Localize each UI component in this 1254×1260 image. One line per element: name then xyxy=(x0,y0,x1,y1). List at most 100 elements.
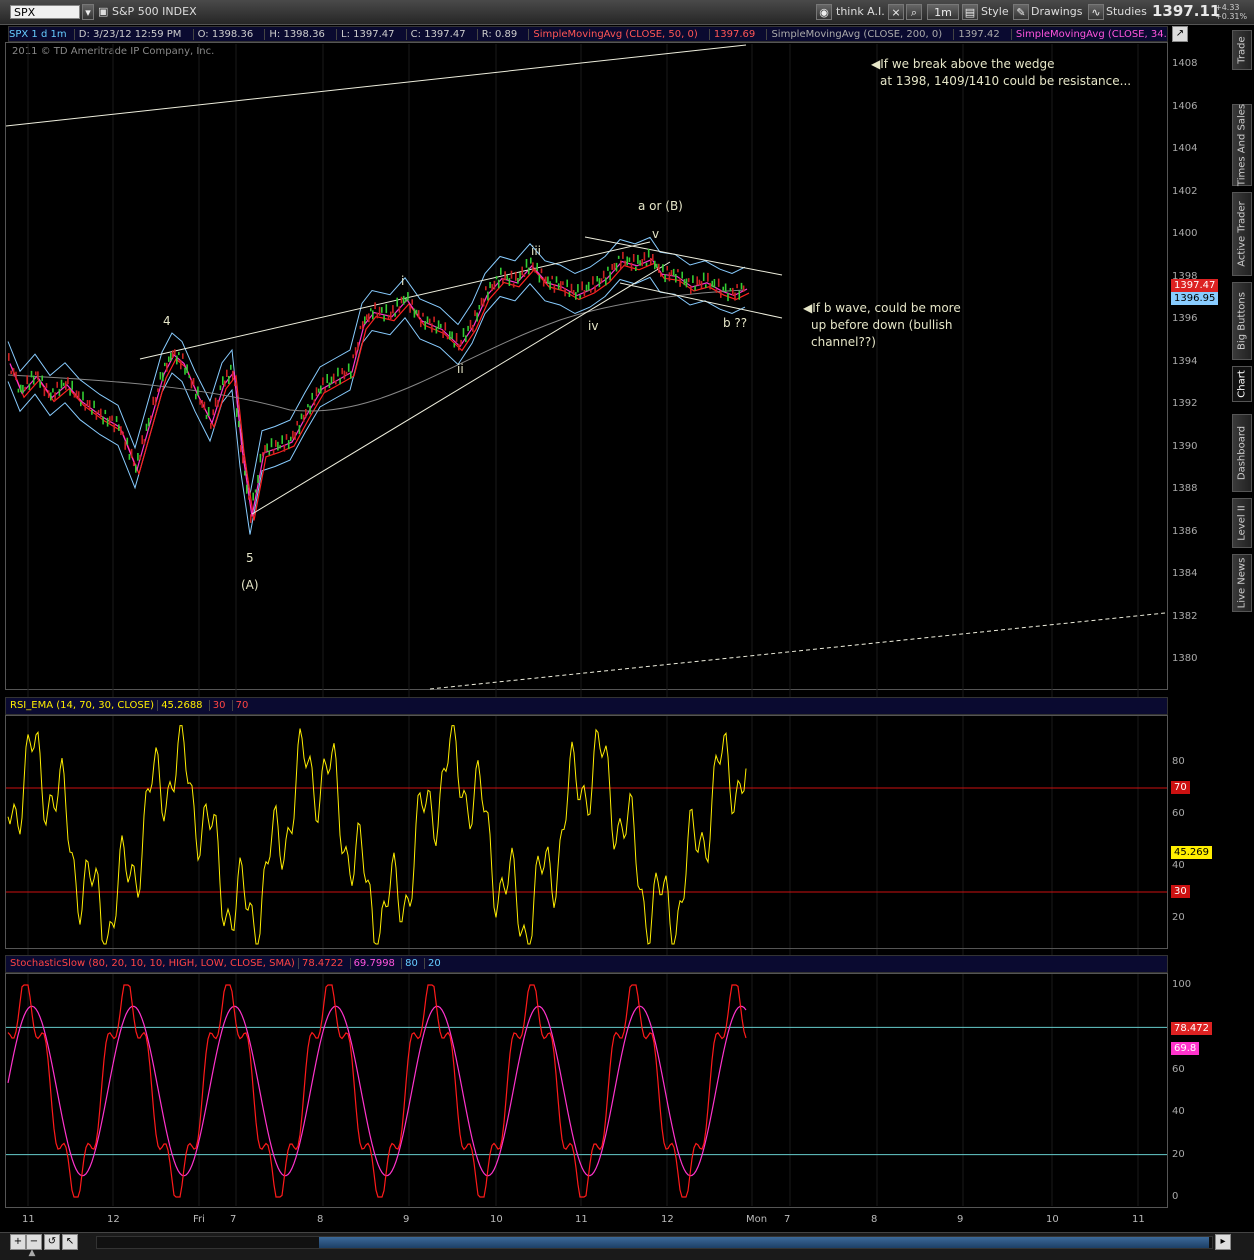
candle xyxy=(157,388,159,392)
scrollbar-thumb[interactable] xyxy=(319,1237,1209,1248)
candle xyxy=(658,263,660,273)
rsi-panel[interactable] xyxy=(5,715,1168,949)
candle xyxy=(266,443,268,452)
wave-label-b: b ?? xyxy=(723,316,748,330)
side-tab-level-ii[interactable]: Level II xyxy=(1232,498,1252,548)
candle xyxy=(467,325,469,332)
candle xyxy=(557,283,560,290)
candle xyxy=(240,445,242,453)
wedge-annotation-text1: If we break above the wedge xyxy=(880,57,1055,71)
candle xyxy=(545,276,547,282)
candle xyxy=(188,374,191,378)
candle xyxy=(50,392,52,401)
x-tick-label: 10 xyxy=(490,1214,503,1225)
candle xyxy=(259,453,262,463)
candle xyxy=(296,421,298,426)
candle xyxy=(587,281,590,291)
candle xyxy=(672,268,675,276)
candle xyxy=(203,401,206,410)
candle xyxy=(77,391,80,400)
candle xyxy=(320,385,322,394)
stoch-panel[interactable] xyxy=(5,973,1168,1208)
candle xyxy=(262,452,264,457)
candle xyxy=(600,278,603,283)
candle xyxy=(322,377,324,386)
stoch-y-tick: 20 xyxy=(1172,1148,1185,1160)
candle xyxy=(8,353,10,361)
candle xyxy=(517,278,519,284)
candle xyxy=(605,277,607,286)
candle xyxy=(350,371,352,379)
stoch-header-os: 20 xyxy=(424,958,444,969)
candle xyxy=(553,284,556,293)
candle xyxy=(650,258,652,265)
candle xyxy=(300,413,303,420)
candle xyxy=(711,280,713,288)
candle xyxy=(489,282,491,289)
rsi-study-label[interactable]: RSI_EMA (14, 70, 30, CLOSE) xyxy=(10,700,154,711)
stoch-k-tag: 78.472 xyxy=(1171,1022,1212,1035)
last-price-tag: 1397.47 xyxy=(1171,279,1219,292)
candle xyxy=(222,376,224,385)
reset-zoom-icon[interactable]: ↺ xyxy=(44,1234,60,1250)
candle xyxy=(626,256,628,266)
scroll-right-icon[interactable]: ▸ xyxy=(1215,1234,1231,1250)
b-wave-annotation-line3: channel??) xyxy=(811,335,876,349)
candle xyxy=(572,290,575,296)
candle xyxy=(93,400,95,409)
side-tab-live-news[interactable]: Live News xyxy=(1232,554,1252,612)
candle xyxy=(585,284,588,292)
candle xyxy=(182,353,184,359)
candle xyxy=(45,383,48,388)
candle xyxy=(115,416,118,422)
candle xyxy=(162,372,164,382)
candle xyxy=(370,308,372,312)
candle xyxy=(656,263,658,269)
candle xyxy=(15,371,17,381)
candle xyxy=(118,424,120,431)
pointer-icon[interactable]: ↖ xyxy=(62,1234,78,1250)
candle xyxy=(246,484,248,494)
rsi-y-tick: 60 xyxy=(1172,808,1185,819)
candle xyxy=(662,264,664,273)
side-tab-dashboard[interactable]: Dashboard xyxy=(1232,414,1252,492)
candle xyxy=(145,423,148,431)
side-tab-chart[interactable]: Chart xyxy=(1232,366,1252,402)
candle xyxy=(521,266,523,276)
candle xyxy=(281,435,283,444)
candle xyxy=(442,330,444,338)
candle xyxy=(147,417,150,427)
candle xyxy=(698,279,701,285)
candle xyxy=(100,408,102,417)
candle xyxy=(643,252,646,261)
candle xyxy=(73,393,76,398)
dashed-support-line xyxy=(429,612,1166,690)
candle xyxy=(592,276,594,285)
candle xyxy=(84,404,86,411)
price-y-tick: 1386 xyxy=(1172,525,1198,537)
rsi-y-tick: 40 xyxy=(1172,860,1185,871)
candle xyxy=(694,285,696,291)
x-tick-label: Fri xyxy=(193,1214,205,1225)
collapse-icon[interactable]: ▲ xyxy=(24,1248,40,1258)
side-tab-active-trader[interactable]: Active Trader xyxy=(1232,192,1252,276)
candle xyxy=(214,397,217,407)
candle xyxy=(270,438,273,448)
candle xyxy=(639,260,641,266)
candle xyxy=(26,375,28,385)
candle xyxy=(201,400,203,408)
candle xyxy=(465,335,467,343)
side-tab-times-and-sales[interactable]: Times And Sales xyxy=(1232,104,1252,186)
candle xyxy=(330,376,333,384)
side-tab-trade[interactable]: Trade xyxy=(1232,30,1252,70)
candle xyxy=(176,355,178,365)
candle xyxy=(536,262,538,271)
candle xyxy=(485,286,487,291)
side-tab-big-buttons[interactable]: Big Buttons xyxy=(1232,282,1252,360)
candle xyxy=(217,399,219,407)
horizontal-scrollbar[interactable] xyxy=(96,1236,1213,1249)
candle xyxy=(172,350,174,358)
b-wave-annotation-line2: up before down (bullish xyxy=(811,318,953,332)
stoch-study-label[interactable]: StochasticSlow (80, 20, 10, 10, HIGH, LO… xyxy=(10,958,295,969)
candle xyxy=(357,342,359,351)
